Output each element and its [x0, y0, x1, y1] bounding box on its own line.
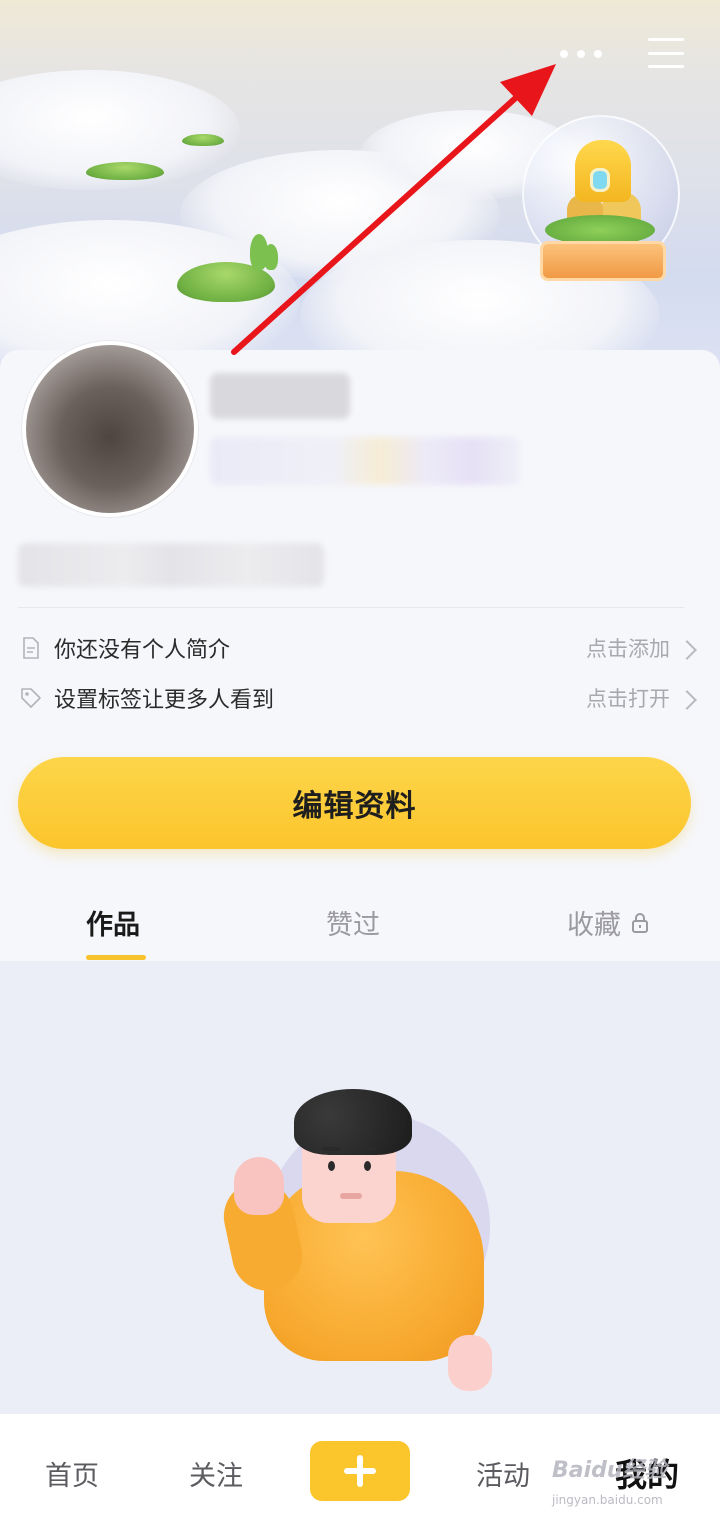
profile-stats-blurred	[18, 543, 324, 587]
bio-row[interactable]: 你还没有个人简介 点击添加	[18, 628, 702, 668]
divider	[18, 607, 684, 608]
watermark-brand: Baidu经验	[552, 1458, 667, 1483]
add-button[interactable]	[310, 1441, 410, 1501]
tags-row[interactable]: 设置标签让更多人看到 点击打开	[18, 678, 702, 718]
tab-favorites-label: 收藏	[567, 910, 621, 941]
tags-open-link[interactable]: 点击打开	[586, 683, 670, 713]
tags-prompt: 设置标签让更多人看到	[54, 688, 275, 713]
watermark-url: jingyan.baidu.com	[552, 1493, 663, 1507]
nav-follow[interactable]: 关注	[189, 1454, 243, 1493]
tab-liked[interactable]: 赞过	[326, 903, 380, 942]
tab-favorites[interactable]: 收藏	[567, 903, 649, 942]
illustration-waving-hand	[234, 1157, 284, 1215]
floating-island	[86, 162, 164, 180]
globe-base[interactable]	[540, 241, 666, 281]
avatar[interactable]	[22, 341, 198, 517]
bio-add-link[interactable]: 点击添加	[586, 633, 670, 663]
content-tabs: 作品 赞过 收藏	[0, 885, 720, 961]
nav-activity[interactable]: 活动	[476, 1454, 530, 1493]
illustration-brow	[358, 1147, 376, 1151]
tab-works[interactable]: 作品	[86, 903, 140, 942]
illustration-eye	[364, 1161, 371, 1171]
chevron-right-icon	[677, 690, 697, 710]
document-icon	[18, 635, 44, 661]
tag-icon	[18, 685, 44, 711]
plus-icon	[357, 1455, 363, 1487]
profile-tags-blurred	[210, 437, 520, 485]
illustration-eye	[328, 1161, 335, 1171]
illustration-hair	[294, 1089, 412, 1155]
globe-window	[590, 168, 610, 192]
more-dots-icon[interactable]	[556, 44, 606, 64]
illustration-brow	[322, 1147, 340, 1151]
edit-profile-button[interactable]: 编辑资料	[18, 757, 691, 849]
bio-prompt: 你还没有个人简介	[54, 638, 231, 663]
profile-banner	[0, 0, 720, 390]
chevron-right-icon	[677, 640, 697, 660]
illustration-mouth	[340, 1193, 362, 1199]
active-tab-indicator	[86, 955, 146, 960]
works-content-area	[0, 961, 720, 1414]
nav-home[interactable]: 首页	[45, 1454, 99, 1493]
username-blurred	[210, 373, 350, 419]
illustration-hand	[448, 1335, 492, 1391]
hamburger-menu-icon[interactable]	[646, 36, 686, 70]
floating-island	[182, 134, 224, 146]
lock-icon	[632, 912, 648, 933]
